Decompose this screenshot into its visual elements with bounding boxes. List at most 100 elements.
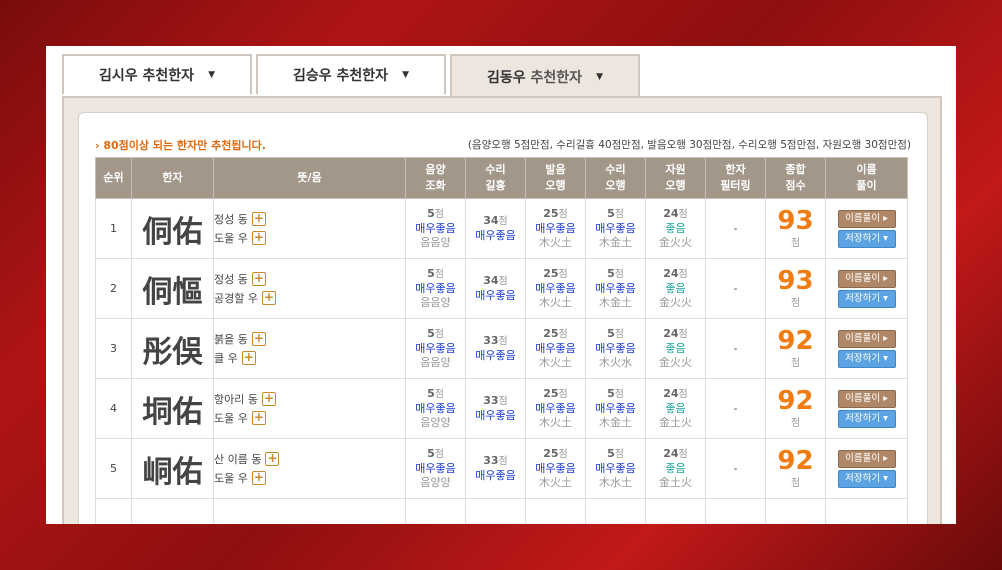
meaning-item: 도울 우 + — [214, 229, 405, 248]
notice-text: › 80점이상 되는 한자만 추천됩니다. — [95, 139, 266, 152]
tab-name-2[interactable]: 김승우 추천한자 ▼ — [256, 54, 446, 94]
column-header: 발음 오행 — [525, 157, 586, 199]
score-value: 5 — [607, 447, 615, 460]
score-unit: 점 — [614, 329, 624, 340]
score-unit: 점 — [434, 269, 444, 280]
detail-text: 金土火 — [659, 476, 692, 489]
plus-icon[interactable]: + — [251, 471, 266, 485]
eumyang-cell: 5점 매우좋음 음음양 — [405, 318, 466, 379]
score-value: 34 — [483, 214, 499, 227]
meaning-text: 도울 우 — [214, 232, 248, 245]
suri-cell: 33점 매우좋음 — [465, 318, 526, 379]
bareum-cell: 25점 매우좋음 木火土 — [525, 198, 586, 259]
grade-text: 매우좋음 — [415, 402, 456, 415]
eumyang-cell: 5점 매우좋음 음양양 — [405, 438, 466, 499]
rank-cell: 2 — [95, 258, 132, 319]
score-value: 24 — [663, 387, 679, 400]
filter-cell: - — [705, 198, 766, 259]
plus-icon[interactable]: + — [251, 332, 266, 346]
tab-name-3[interactable]: 김동우 추천한자 ▼ — [450, 54, 640, 98]
score-value: 5 — [427, 207, 435, 220]
meaning-item: 도울 우 + — [214, 409, 405, 428]
bareum-cell: 25점 매우좋음 木火土 — [525, 378, 586, 439]
total-cell: 92 점 — [765, 378, 826, 439]
grade-text: 매우좋음 — [595, 342, 636, 355]
plus-icon[interactable]: + — [265, 452, 280, 466]
detail-text: 木金土 — [599, 296, 632, 309]
suri-cell: 34점 매우좋음 — [465, 198, 526, 259]
action-cell: 이름풀이 ▸ 저장하기 ▾ — [825, 438, 908, 499]
score-unit: 점 — [434, 329, 444, 340]
detail-text: 木金土 — [599, 236, 632, 249]
interpret-button[interactable]: 이름풀이 ▸ — [837, 329, 896, 348]
rank-cell: 3 — [95, 318, 132, 379]
interpret-button[interactable]: 이름풀이 ▸ — [837, 449, 896, 468]
score-unit: 점 — [678, 269, 688, 280]
suriohaeng-cell: 5점 매우좋음 木火水 — [585, 318, 646, 379]
meaning-text: 산 이름 동 — [214, 453, 262, 466]
column-header: 한자 — [131, 157, 214, 199]
save-button[interactable]: 저장하기 ▾ — [837, 409, 896, 428]
save-button[interactable]: 저장하기 ▾ — [837, 469, 896, 488]
column-header: 한자 필터링 — [705, 157, 766, 199]
results-box: › 80점이상 되는 한자만 추천됩니다. (음양오행 5점만점, 수리길흉 4… — [78, 112, 928, 524]
meaning-cell: 정성 동 + 공경할 우 + — [213, 258, 406, 319]
meaning-text: 붉을 동 — [214, 333, 248, 346]
plus-icon[interactable]: + — [261, 392, 276, 406]
total-unit: 점 — [790, 358, 801, 369]
grade-text: 좋음 — [665, 402, 686, 415]
suriohaeng-cell: 5점 매우좋음 木水土 — [585, 438, 646, 499]
suri-cell: 33점 매우좋음 — [465, 378, 526, 439]
interpret-button[interactable]: 이름풀이 ▸ — [837, 389, 896, 408]
total-cell: 92 점 — [765, 438, 826, 499]
plus-icon[interactable]: + — [241, 351, 256, 365]
detail-text: 木火土 — [539, 416, 572, 429]
plus-icon[interactable]: + — [251, 212, 266, 226]
plus-icon[interactable]: + — [251, 411, 266, 425]
grade-text: 매우좋음 — [475, 349, 516, 362]
grade-text: 좋음 — [665, 222, 686, 235]
eumyang-cell: 5점 매우좋음 음음양 — [405, 258, 466, 319]
total-unit: 점 — [790, 478, 801, 489]
score-value: 24 — [663, 447, 679, 460]
score-unit: 점 — [678, 449, 688, 460]
score-unit: 점 — [558, 449, 568, 460]
score-unit: 점 — [614, 269, 624, 280]
tab-name-label: 김동우 — [487, 70, 526, 86]
save-button[interactable]: 저장하기 ▾ — [837, 349, 896, 368]
suriohaeng-cell: 5점 매우좋음 木金土 — [585, 258, 646, 319]
score-unit: 점 — [434, 389, 444, 400]
interpret-button[interactable]: 이름풀이 ▸ — [837, 209, 896, 228]
total-cell: 93 점 — [765, 258, 826, 319]
score-value: 24 — [663, 327, 679, 340]
score-value: 24 — [663, 267, 679, 280]
meaning-cell: 항아리 동 + 도울 우 + — [213, 378, 406, 439]
score-unit: 점 — [614, 209, 624, 220]
detail-text: 金火火 — [659, 356, 692, 369]
hanja-cell: 垌佑 — [131, 378, 214, 439]
interpret-button[interactable]: 이름풀이 ▸ — [837, 269, 896, 288]
score-value: 24 — [663, 207, 679, 220]
detail-text: 음양양 — [420, 416, 451, 429]
score-value: 25 — [543, 327, 559, 340]
action-cell: 이름풀이 ▸ 저장하기 ▾ — [825, 198, 908, 259]
plus-icon[interactable]: + — [251, 231, 266, 245]
chevron-down-icon: ▼ — [402, 70, 409, 80]
score-value: 25 — [543, 387, 559, 400]
action-cell: 이름풀이 ▸ 저장하기 ▾ — [825, 378, 908, 439]
plus-icon[interactable]: + — [251, 272, 266, 286]
meaning-item: 붉을 동 + — [214, 330, 405, 349]
name-tabs: 김시우 추천한자 ▼ 김승우 추천한자 ▼ 김동우 추천한자 ▼ — [62, 54, 942, 98]
table-row: 2 侗慪 정성 동 + 공경할 우 +5점 매우좋음 음음양 34점 매우좋음 25점 매우좋음 木火土… — [95, 258, 908, 319]
table-header-row: 순위 한자 뜻/음 음양 조화 수리 길흉 발음 오행 수리 오행 자원 오행 한자 필터링 종합… — [95, 157, 908, 199]
save-button[interactable]: 저장하기 ▾ — [837, 229, 896, 248]
meaning-text: 도울 우 — [214, 472, 248, 485]
score-value: 5 — [427, 327, 435, 340]
grade-text: 매우좋음 — [415, 222, 456, 235]
detail-text: 木火土 — [539, 356, 572, 369]
tab-name-1[interactable]: 김시우 추천한자 ▼ — [62, 54, 252, 94]
meaning-text: 정성 동 — [214, 213, 248, 226]
plus-icon[interactable]: + — [261, 291, 276, 305]
empty-cell — [131, 498, 214, 524]
save-button[interactable]: 저장하기 ▾ — [837, 289, 896, 308]
